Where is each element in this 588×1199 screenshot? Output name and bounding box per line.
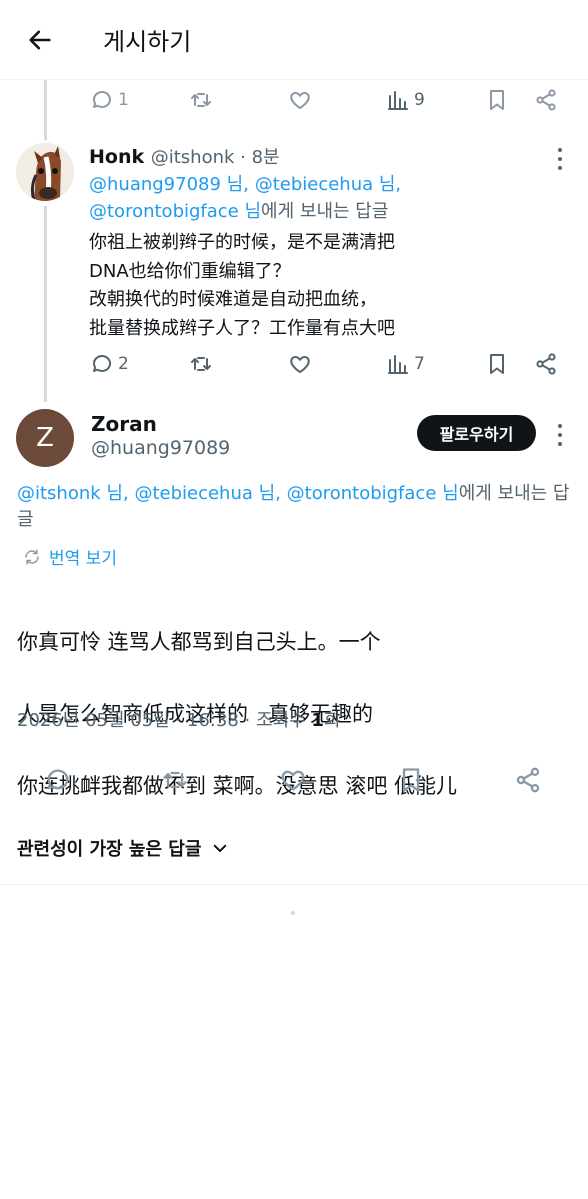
thread-connector-line bbox=[44, 206, 47, 402]
like-button[interactable] bbox=[288, 352, 312, 376]
bookmark-button[interactable] bbox=[397, 766, 425, 794]
retweet-button[interactable] bbox=[189, 88, 213, 112]
bookmark-icon bbox=[397, 766, 425, 794]
reply-suffix: 에게 보내는 답글 bbox=[261, 201, 389, 222]
loading-indicator bbox=[291, 911, 295, 915]
section-divider bbox=[0, 884, 588, 885]
translate-icon bbox=[23, 548, 41, 566]
tweet-actions: 2 7 bbox=[90, 352, 560, 380]
more-dots-icon bbox=[558, 148, 562, 152]
views-button[interactable]: 7 bbox=[386, 352, 425, 376]
tweet-author-line: Honk @itshonk · 8분 bbox=[89, 143, 280, 169]
top-app-bar bbox=[0, 0, 588, 80]
main-tweet-actions bbox=[0, 766, 588, 800]
like-button[interactable] bbox=[288, 88, 312, 112]
mention-link[interactable]: @torontobigface 님 bbox=[287, 483, 459, 504]
author-handle[interactable]: @huang97089 bbox=[91, 437, 230, 459]
tweet-text: 你祖上被剃辫子的时候，是不是满清把 DNA也给你们重编辑了？ 改朝换代的时候难道… bbox=[89, 229, 559, 343]
comment-icon bbox=[90, 88, 114, 112]
more-dot bbox=[558, 166, 562, 170]
mention-link[interactable]: @tebiecehua 님, bbox=[134, 483, 280, 504]
author-handle-time: @itshonk · 8분 bbox=[150, 147, 280, 168]
arrow-left-icon bbox=[26, 26, 54, 54]
share-button[interactable] bbox=[534, 352, 558, 376]
avatar[interactable] bbox=[16, 143, 74, 201]
reply-button[interactable] bbox=[44, 766, 72, 794]
view-count: 9 bbox=[414, 90, 425, 110]
more-dot bbox=[558, 442, 562, 446]
page-title: 게시하기 bbox=[103, 28, 192, 56]
like-button[interactable] bbox=[279, 766, 307, 794]
retweet-icon bbox=[189, 352, 213, 376]
retweet-icon bbox=[189, 88, 213, 112]
reply-button[interactable]: 2 bbox=[90, 352, 129, 376]
reply-count: 2 bbox=[118, 354, 129, 374]
chevron-down-icon bbox=[211, 839, 229, 857]
back-button[interactable] bbox=[16, 20, 64, 60]
retweet-icon bbox=[161, 766, 189, 794]
more-dot bbox=[558, 433, 562, 437]
bookmark-button[interactable] bbox=[485, 88, 509, 112]
tweet-text-line: DNA也给你们重编辑了？ bbox=[89, 260, 291, 282]
bookmark-button[interactable] bbox=[485, 352, 509, 376]
mention-link[interactable]: @huang97089 님, bbox=[89, 174, 249, 195]
author-name[interactable]: Zoran bbox=[91, 412, 157, 436]
bookmark-icon bbox=[485, 88, 509, 112]
bookmark-icon bbox=[485, 352, 509, 376]
horse-avatar-icon bbox=[16, 143, 74, 201]
view-count: 7 bbox=[414, 354, 425, 374]
share-icon bbox=[534, 352, 558, 376]
timestamp-text[interactable]: 2026년 05월 05일 · 16:38 · 조회수 bbox=[17, 710, 311, 731]
mention-link[interactable]: @tebiecehua 님, bbox=[255, 174, 401, 195]
heart-icon bbox=[288, 352, 312, 376]
tweet-text-line: 改朝换代的时候难道是自动把血统， bbox=[89, 289, 377, 310]
comment-icon bbox=[90, 352, 114, 376]
author-name[interactable]: Honk bbox=[89, 146, 144, 168]
view-suffix: 회 bbox=[323, 710, 341, 731]
bar-chart-icon bbox=[386, 352, 410, 376]
heart-icon bbox=[288, 88, 312, 112]
tweet-text-line: 批量替换成辫子人了？工作量有点大吧 bbox=[89, 317, 395, 339]
view-count: 1 bbox=[311, 710, 324, 731]
more-dot bbox=[558, 157, 562, 161]
previous-tweet-actions: 1 9 bbox=[90, 88, 560, 116]
heart-icon bbox=[279, 766, 307, 794]
reply-sort-dropdown[interactable]: 관련성이 가장 높은 답글 bbox=[17, 835, 229, 861]
replying-to: @itshonk 님, @tebiecehua 님, @torontobigfa… bbox=[17, 481, 577, 533]
more-dots-icon bbox=[558, 424, 562, 428]
share-button[interactable] bbox=[514, 766, 542, 794]
comment-icon bbox=[44, 766, 72, 794]
share-icon bbox=[514, 766, 542, 794]
reply-count: 1 bbox=[118, 90, 129, 110]
reply-button[interactable]: 1 bbox=[90, 88, 129, 112]
avatar[interactable]: Z bbox=[16, 409, 74, 467]
share-button[interactable] bbox=[534, 88, 558, 112]
more-options-button[interactable] bbox=[553, 148, 567, 170]
tweet-timestamp: 2026년 05월 05일 · 16:38 · 조회수 1회 bbox=[17, 706, 340, 732]
views-button[interactable]: 9 bbox=[386, 88, 425, 112]
follow-button[interactable]: 팔로우하기 bbox=[417, 415, 536, 451]
sort-label: 관련성이 가장 높은 답글 bbox=[17, 839, 202, 860]
share-icon bbox=[534, 88, 558, 112]
bar-chart-icon bbox=[386, 88, 410, 112]
tweet-text-line: 你祖上被剃辫子的时候，是不是满清把 bbox=[89, 232, 395, 253]
thread-connector-line bbox=[44, 80, 47, 140]
more-options-button[interactable] bbox=[553, 424, 567, 446]
replying-to: @huang97089 님, @tebiecehua 님, @torontobi… bbox=[89, 171, 569, 225]
mention-link[interactable]: @itshonk 님, bbox=[17, 483, 129, 504]
retweet-button[interactable] bbox=[189, 352, 213, 376]
retweet-button[interactable] bbox=[161, 766, 189, 794]
translate-label[interactable]: 번역 보기 bbox=[49, 544, 117, 569]
mention-link[interactable]: @torontobigface 님 bbox=[89, 201, 261, 222]
translate-link[interactable]: 번역 보기 bbox=[23, 544, 117, 569]
tweet-text-line: 你真可怜 连骂人都骂到自己头上。一个 bbox=[17, 630, 381, 654]
